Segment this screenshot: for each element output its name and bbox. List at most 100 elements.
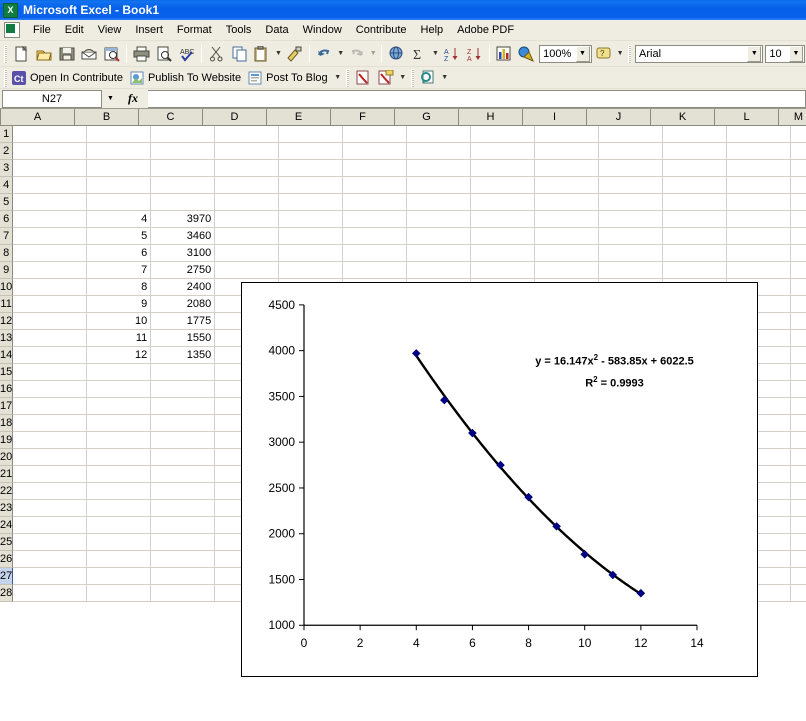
cell-K5[interactable] [663, 194, 727, 211]
cell-A15[interactable] [13, 364, 87, 381]
cell-G9[interactable] [407, 262, 471, 279]
cell-G2[interactable] [407, 143, 471, 160]
cell-H3[interactable] [471, 160, 535, 177]
cell-K7[interactable] [663, 228, 727, 245]
sort-ascending-icon[interactable]: AZ [440, 43, 463, 65]
column-header-e[interactable]: E [267, 109, 331, 126]
search-icon[interactable] [101, 43, 124, 65]
cell-C12[interactable]: 1775 [151, 313, 215, 330]
cell-B1[interactable] [87, 126, 151, 143]
pdf-convert-chevron-down-icon[interactable]: ▼ [440, 67, 450, 89]
cell-E9[interactable] [279, 262, 343, 279]
cell-M5[interactable] [791, 194, 806, 211]
cell-A23[interactable] [13, 500, 87, 517]
cell-M28[interactable] [791, 585, 806, 602]
menu-item-view[interactable]: View [91, 21, 129, 39]
column-header-c[interactable]: C [139, 109, 203, 126]
row-header-27[interactable]: 27 [0, 568, 13, 585]
cell-A16[interactable] [13, 381, 87, 398]
cell-L9[interactable] [727, 262, 791, 279]
cell-I1[interactable] [535, 126, 599, 143]
cell-A19[interactable] [13, 432, 87, 449]
cell-G3[interactable] [407, 160, 471, 177]
cell-J7[interactable] [599, 228, 663, 245]
cell-B27[interactable] [87, 568, 151, 585]
row-header-11[interactable]: 11 [0, 296, 13, 313]
cell-J1[interactable] [599, 126, 663, 143]
cell-K1[interactable] [663, 126, 727, 143]
cell-C14[interactable]: 1350 [151, 347, 215, 364]
cell-A21[interactable] [13, 466, 87, 483]
cell-C10[interactable]: 2400 [151, 279, 215, 296]
row-header-6[interactable]: 6 [0, 211, 13, 228]
data-point-marker[interactable] [413, 350, 420, 357]
cell-I7[interactable] [535, 228, 599, 245]
cell-E2[interactable] [279, 143, 343, 160]
cell-B17[interactable] [87, 398, 151, 415]
cell-C27[interactable] [151, 568, 215, 585]
cell-H7[interactable] [471, 228, 535, 245]
row-header-15[interactable]: 15 [0, 364, 13, 381]
column-header-d[interactable]: D [203, 109, 267, 126]
font-toolbar-grip[interactable] [628, 45, 631, 63]
pdf-comment-icon[interactable] [375, 67, 398, 89]
print-icon[interactable] [130, 43, 153, 65]
hyperlink-icon[interactable] [385, 43, 408, 65]
cell-A7[interactable] [13, 228, 87, 245]
cell-A12[interactable] [13, 313, 87, 330]
cell-F4[interactable] [343, 177, 407, 194]
cell-B16[interactable] [87, 381, 151, 398]
cell-A14[interactable] [13, 347, 87, 364]
autosum-chevron-down-icon[interactable]: ▼ [431, 43, 441, 65]
cell-B11[interactable]: 9 [87, 296, 151, 313]
cell-G6[interactable] [407, 211, 471, 228]
cell-A28[interactable] [13, 585, 87, 602]
menu-item-contribute[interactable]: Contribute [349, 21, 414, 39]
cell-I8[interactable] [535, 245, 599, 262]
row-header-1[interactable]: 1 [0, 126, 13, 143]
cell-C11[interactable]: 2080 [151, 296, 215, 313]
cell-I5[interactable] [535, 194, 599, 211]
save-icon[interactable] [55, 43, 78, 65]
paste-options-chevron-down-icon[interactable]: ▼ [274, 43, 284, 65]
cell-H9[interactable] [471, 262, 535, 279]
row-header-26[interactable]: 26 [0, 551, 13, 568]
row-header-4[interactable]: 4 [0, 177, 13, 194]
cell-F6[interactable] [343, 211, 407, 228]
data-point-marker[interactable] [637, 590, 644, 597]
column-header-a[interactable]: A [1, 109, 75, 126]
cell-F9[interactable] [343, 262, 407, 279]
cell-G1[interactable] [407, 126, 471, 143]
email-icon[interactable] [78, 43, 101, 65]
cell-G7[interactable] [407, 228, 471, 245]
column-header-i[interactable]: I [523, 109, 587, 126]
cell-E1[interactable] [279, 126, 343, 143]
cell-B8[interactable]: 6 [87, 245, 151, 262]
cell-D1[interactable] [215, 126, 279, 143]
cell-M15[interactable] [791, 364, 806, 381]
cell-M20[interactable] [791, 449, 806, 466]
row-header-18[interactable]: 18 [0, 415, 13, 432]
menu-item-tools[interactable]: Tools [219, 21, 259, 39]
font-size-chevron-down-icon[interactable]: ▼ [789, 46, 803, 62]
row-header-25[interactable]: 25 [0, 534, 13, 551]
cell-M10[interactable] [791, 279, 806, 296]
cell-C23[interactable] [151, 500, 215, 517]
cell-A6[interactable] [13, 211, 87, 228]
chart-object[interactable]: 10001500200025003000350040004500 0246810… [241, 282, 758, 677]
cell-J9[interactable] [599, 262, 663, 279]
cell-M21[interactable] [791, 466, 806, 483]
pdf-create-icon[interactable] [352, 67, 375, 89]
cell-A18[interactable] [13, 415, 87, 432]
row-header-5[interactable]: 5 [0, 194, 13, 211]
autosum-icon[interactable]: Σ [408, 43, 431, 65]
cell-K3[interactable] [663, 160, 727, 177]
cell-M4[interactable] [791, 177, 806, 194]
cell-C4[interactable] [151, 177, 215, 194]
cell-K9[interactable] [663, 262, 727, 279]
cell-K8[interactable] [663, 245, 727, 262]
cell-M26[interactable] [791, 551, 806, 568]
cell-A4[interactable] [13, 177, 87, 194]
cell-B21[interactable] [87, 466, 151, 483]
cell-M13[interactable] [791, 330, 806, 347]
